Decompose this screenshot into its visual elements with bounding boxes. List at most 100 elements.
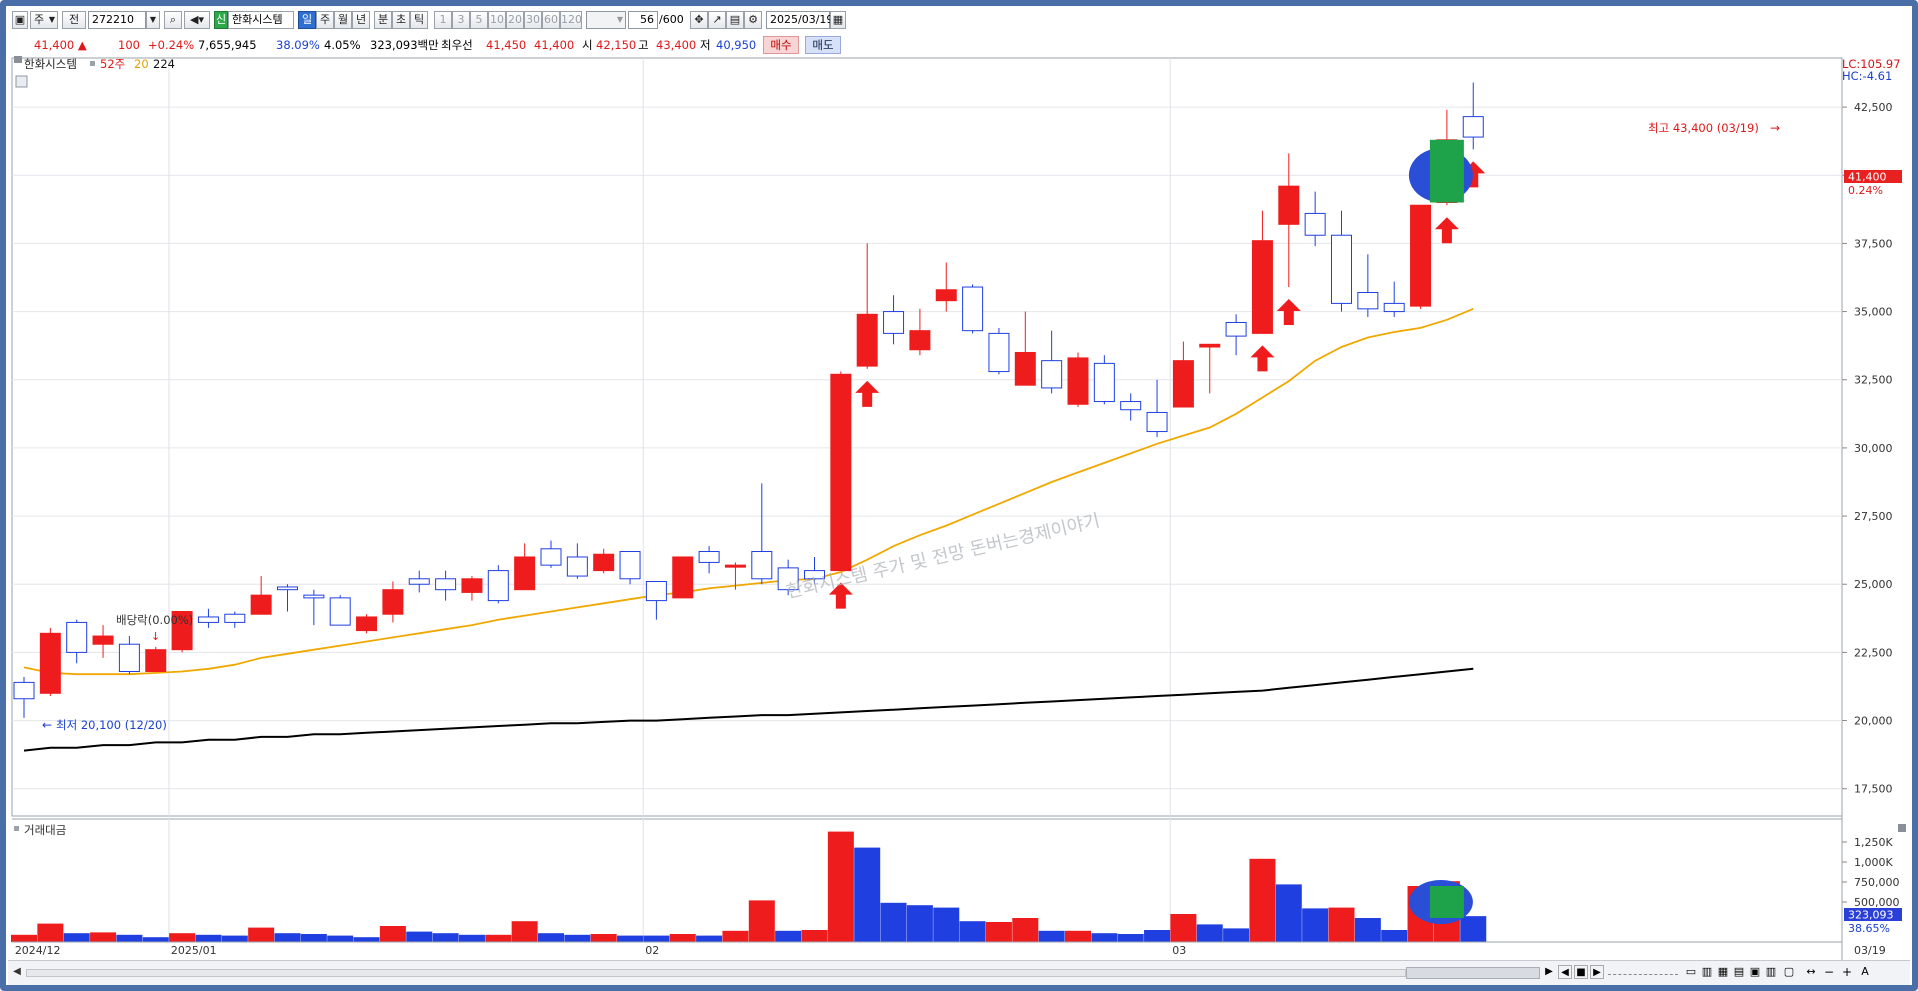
hc-indicator: HC:-4.61 xyxy=(1842,69,1892,83)
y-tick-label: 35,000 xyxy=(1854,306,1893,319)
scroll-right-icon[interactable]: ▶ xyxy=(1542,965,1556,979)
panel-icon[interactable]: ▤ xyxy=(1732,965,1746,979)
candle-body xyxy=(856,313,878,367)
calendar-icon[interactable]: ▦ xyxy=(830,11,846,29)
y-tick-label: 42,500 xyxy=(1854,101,1893,114)
candle-body xyxy=(356,616,378,632)
market-button[interactable]: 전 xyxy=(62,11,86,29)
tab-tick[interactable]: 틱 xyxy=(410,11,428,29)
save-icon[interactable]: ▤ xyxy=(726,11,744,29)
candle-body xyxy=(487,570,509,602)
open-price: 42,150 xyxy=(596,38,637,52)
candle-body xyxy=(698,551,720,563)
volume-bar xyxy=(1328,907,1355,942)
turnover-ratio: 4.05% xyxy=(324,38,361,52)
sell-button[interactable]: 매도 xyxy=(805,36,841,54)
dividend-arrow-icon: ↓ xyxy=(151,630,160,643)
crosshair-icon[interactable]: ✥ xyxy=(690,11,708,29)
expand-icon[interactable]: ↔ xyxy=(1804,965,1818,979)
speed-slider[interactable] xyxy=(1608,970,1678,975)
quote-bar: 41,400 ▲ 100 +0.24% 7,655,945 38.09% 4.0… xyxy=(8,34,1910,57)
scroll-thumb[interactable] xyxy=(1406,967,1540,979)
interval-10[interactable]: 10 xyxy=(488,11,506,29)
interval-60[interactable]: 60 xyxy=(542,11,560,29)
legend-series-ma20: 20 xyxy=(134,57,149,71)
buy-button[interactable]: 매수 xyxy=(763,36,799,54)
volume-bar xyxy=(458,934,485,942)
volume-tag-value: 323,093 xyxy=(1848,909,1894,922)
custom-interval-select[interactable]: ▼ xyxy=(586,11,626,29)
volume-bar xyxy=(1275,884,1302,942)
zoom-in-icon[interactable]: + xyxy=(1840,965,1854,979)
period-select[interactable]: 주 ▼ xyxy=(30,11,58,29)
layout-icon[interactable]: ▭ xyxy=(1684,965,1698,979)
step-back-icon[interactable]: ◀ xyxy=(1558,965,1572,979)
tab-month[interactable]: 월 xyxy=(334,11,352,29)
new-badge: 신 xyxy=(214,11,228,29)
volume-bar xyxy=(432,933,459,942)
legend-stock-name: 한화시스템 xyxy=(24,57,77,71)
volume-bar xyxy=(1354,918,1381,942)
font-size-icon[interactable]: A xyxy=(1858,965,1872,979)
drawing-tools-icon[interactable]: ↗ xyxy=(708,11,726,29)
code-dropdown-icon[interactable]: ▼ xyxy=(146,11,160,29)
tab-minute[interactable]: 분 xyxy=(374,11,392,29)
volume-value: 7,655,945 xyxy=(198,38,257,52)
y-tick-label: 27,500 xyxy=(1854,510,1893,523)
legend-handle-icon[interactable] xyxy=(14,56,22,63)
volume-bar xyxy=(538,933,564,942)
y-tick-label: 32,500 xyxy=(1854,374,1893,387)
candle-body xyxy=(92,635,114,645)
window-icon[interactable]: ▣ xyxy=(1748,965,1762,979)
interval-30[interactable]: 30 xyxy=(524,11,542,29)
candle-body xyxy=(224,613,246,623)
scroll-left-icon[interactable]: ◀ xyxy=(10,965,24,979)
play-icon[interactable]: ▶ xyxy=(1590,965,1604,979)
volume-bar xyxy=(1381,930,1408,942)
candle-body xyxy=(277,586,298,591)
screen-icon[interactable]: ▢ xyxy=(1782,965,1796,979)
candle-body xyxy=(645,581,667,602)
candle-body xyxy=(830,373,852,572)
date-input[interactable]: 2025/03/19 xyxy=(766,11,833,29)
volume-tick-label: 750,000 xyxy=(1854,876,1900,889)
columns-icon[interactable]: ▥ xyxy=(1764,965,1778,979)
y-tick-label: 25,000 xyxy=(1854,578,1893,591)
split-icon[interactable]: ▥ xyxy=(1700,965,1714,979)
volume-bar xyxy=(274,933,301,942)
y-tick-label: 37,500 xyxy=(1854,237,1893,250)
count-input[interactable]: 56 xyxy=(628,11,658,29)
volume-tick-label: 1,000K xyxy=(1854,856,1893,869)
tab-week[interactable]: 주 xyxy=(316,11,334,29)
tab-day[interactable]: 일 xyxy=(298,11,316,29)
candle-body xyxy=(935,289,957,302)
settings-gear-icon[interactable]: ⚙ xyxy=(744,11,762,29)
y-tick-label: 30,000 xyxy=(1854,442,1893,455)
table-view-icon[interactable] xyxy=(15,75,28,88)
tab-second[interactable]: 초 xyxy=(392,11,410,29)
stock-code-input[interactable]: 272210 xyxy=(88,11,146,29)
interval-1[interactable]: 1 xyxy=(434,11,452,29)
price-change: 100 xyxy=(118,38,140,52)
candle-body xyxy=(329,597,351,626)
interval-5[interactable]: 5 xyxy=(470,11,488,29)
volume-bar xyxy=(564,934,591,942)
volume-bar xyxy=(854,847,881,942)
search-icon[interactable]: ⌕ xyxy=(164,11,182,29)
zoom-out-icon[interactable]: − xyxy=(1822,965,1836,979)
window-menu-icon[interactable]: ▣ xyxy=(12,11,28,29)
volume-panel-close-icon[interactable] xyxy=(1898,824,1906,832)
speaker-icon[interactable]: ◀▾ xyxy=(184,11,210,29)
interval-3[interactable]: 3 xyxy=(452,11,470,29)
interval-20[interactable]: 20 xyxy=(506,11,524,29)
volume-panel-handle-icon[interactable] xyxy=(14,826,19,831)
tab-year[interactable]: 년 xyxy=(352,11,370,29)
grid-icon[interactable]: ▦ xyxy=(1716,965,1730,979)
price-change-pct: +0.24% xyxy=(148,38,195,52)
chart-area[interactable]: 17,500 20,000 22,500 25,000 27,500 30,000 32,5… xyxy=(8,56,1910,960)
interval-120[interactable]: 120 xyxy=(560,11,582,29)
candle-body xyxy=(619,551,641,580)
volume-highlight-bar xyxy=(1429,886,1464,918)
scroll-track[interactable] xyxy=(26,969,1406,977)
stop-icon[interactable]: ■ xyxy=(1574,965,1588,979)
